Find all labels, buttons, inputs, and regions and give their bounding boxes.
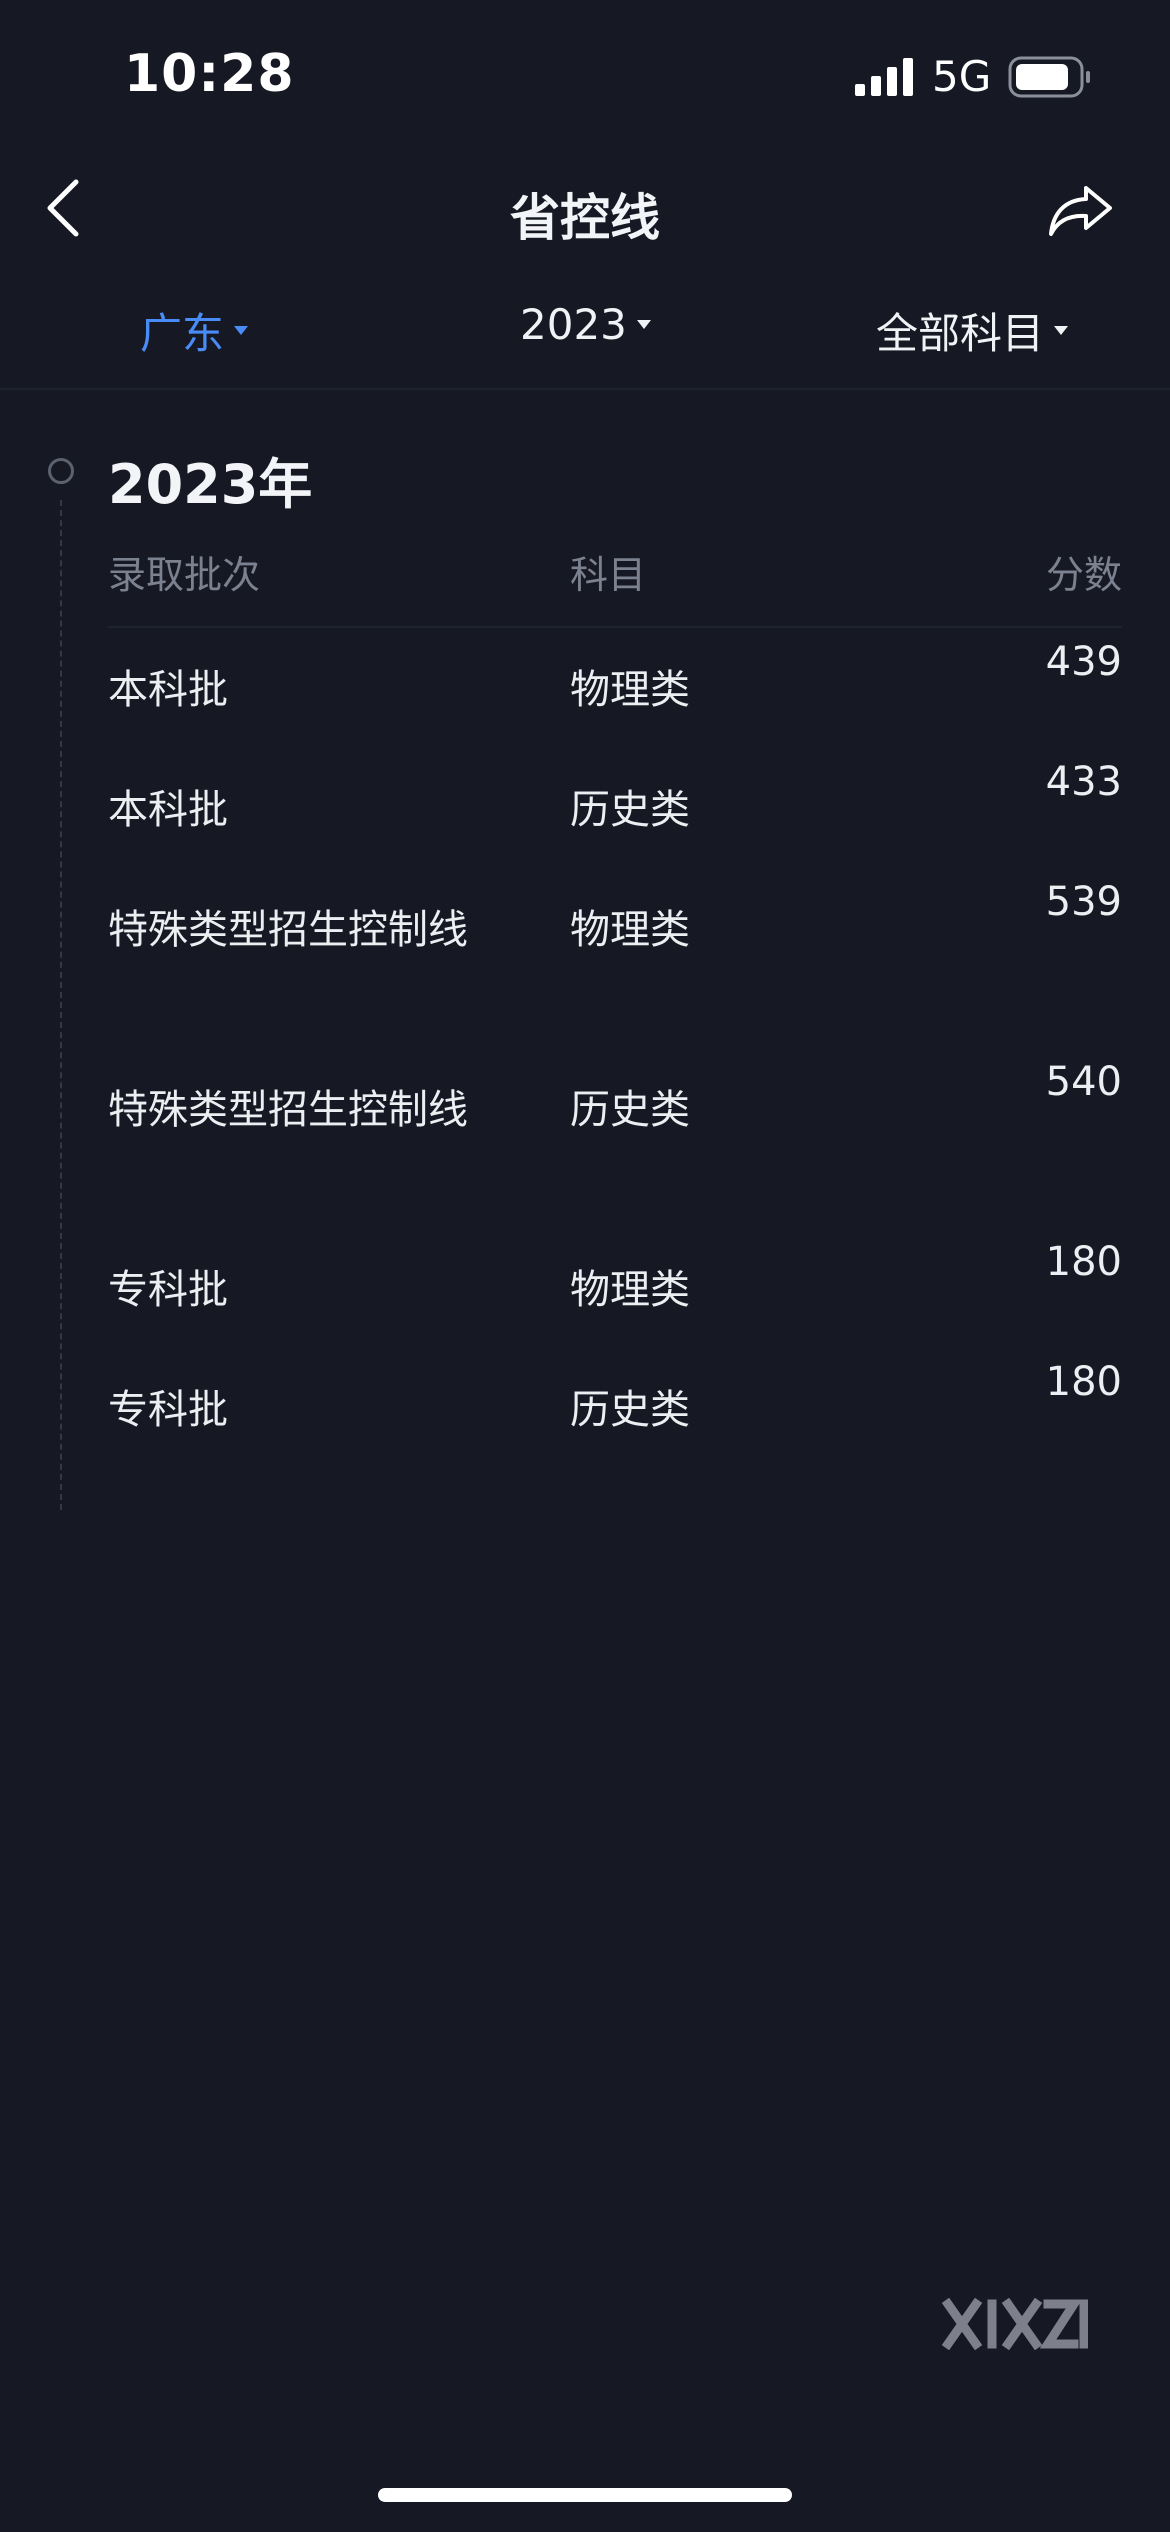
row-score: 433 xyxy=(1045,759,1122,805)
year-heading: 2023年 xyxy=(108,453,313,516)
caret-down-icon xyxy=(234,326,249,335)
row-batch: 专科批 xyxy=(108,1387,228,1433)
score-table: 录取批次 科目 分数 本科批 物理类 439 本科批 历史类 433 特殊类型招… xyxy=(108,530,1122,1468)
row-batch: 特殊类型招生控制线 xyxy=(108,1087,468,1133)
timeline-dot-icon xyxy=(48,458,74,484)
table-row: 专科批 物理类 180 xyxy=(108,1228,1122,1348)
year-label: 2023 xyxy=(520,300,627,349)
header-score: 分数 xyxy=(1045,553,1122,597)
subject-dropdown[interactable]: 全部科目 xyxy=(876,300,1069,361)
subject-label: 全部科目 xyxy=(876,309,1045,358)
header-batch: 录取批次 xyxy=(108,553,261,597)
row-score: 539 xyxy=(1045,879,1122,925)
table-header: 录取批次 科目 分数 xyxy=(108,530,1122,628)
row-subject: 物理类 xyxy=(570,1267,690,1313)
row-subject: 历史类 xyxy=(570,787,690,833)
table-row: 本科批 历史类 433 xyxy=(108,748,1122,868)
row-score: 540 xyxy=(1045,1059,1122,1105)
signal-icon xyxy=(855,58,913,96)
caret-down-icon xyxy=(636,320,651,329)
header-subject: 科目 xyxy=(570,553,647,597)
table-row: 本科批 物理类 439 xyxy=(108,628,1122,748)
row-subject: 物理类 xyxy=(570,907,690,953)
status-time: 10:28 xyxy=(124,44,295,104)
timeline-line xyxy=(60,500,62,1510)
status-bar: 10:28 5G xyxy=(0,0,1170,150)
row-batch: 本科批 xyxy=(108,787,228,833)
filter-bar: 广东 2023 全部科目 xyxy=(0,282,1170,390)
home-indicator[interactable] xyxy=(378,2488,792,2502)
nav-bar: 省控线 xyxy=(0,150,1170,270)
row-score: 180 xyxy=(1045,1239,1122,1285)
table-row: 特殊类型招生控制线 物理类 539 xyxy=(108,868,1122,1048)
caret-down-icon xyxy=(1054,326,1069,335)
row-score: 439 xyxy=(1045,639,1122,685)
battery-icon xyxy=(1008,56,1090,98)
row-score: 180 xyxy=(1045,1359,1122,1405)
table-row: 特殊类型招生控制线 历史类 540 xyxy=(108,1048,1122,1228)
row-batch: 专科批 xyxy=(108,1267,228,1313)
row-batch: 本科批 xyxy=(108,667,228,713)
page-title: 省控线 xyxy=(510,189,660,247)
table-row: 专科批 历史类 180 xyxy=(108,1348,1122,1468)
row-batch: 特殊类型招生控制线 xyxy=(108,907,468,953)
province-label: 广东 xyxy=(140,309,225,358)
row-subject: 历史类 xyxy=(570,1387,690,1433)
province-dropdown[interactable]: 广东 xyxy=(140,300,249,361)
xizi-logo-icon xyxy=(942,2297,1088,2351)
year-dropdown[interactable]: 2023 xyxy=(520,300,651,349)
row-subject: 物理类 xyxy=(570,667,690,713)
network-label: 5G xyxy=(932,52,992,101)
row-subject: 历史类 xyxy=(570,1087,690,1133)
share-icon[interactable] xyxy=(1046,180,1116,240)
